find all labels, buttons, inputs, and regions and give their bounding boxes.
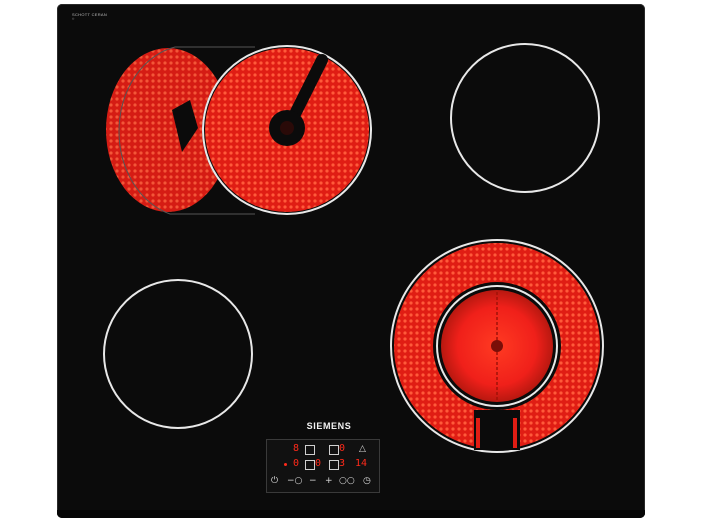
zone-select-key[interactable] <box>305 445 315 455</box>
minus-icon[interactable]: − <box>309 475 317 487</box>
rear-left-dual-zone[interactable] <box>106 45 372 215</box>
active-indicator <box>284 463 287 466</box>
timer-display: 14 <box>355 458 368 469</box>
bell-icon[interactable]: △ <box>359 443 366 455</box>
glass-mark-sub: ® <box>72 17 75 21</box>
glass-ceramic-mark: SCHOTT CERAN ® <box>72 12 112 22</box>
power-icon[interactable]: ⏻ <box>271 475 278 487</box>
brand-logo-text: SIEMENS <box>306 421 352 431</box>
plus-icon[interactable]: + <box>325 475 333 487</box>
front-right-dual-zone[interactable] <box>390 239 604 453</box>
front-right-level-display: 3 <box>339 458 346 469</box>
rear-right-zone[interactable] <box>450 43 600 193</box>
child-lock-icon[interactable]: −○ <box>287 475 302 487</box>
front-left-level-display: 0 <box>293 458 300 469</box>
rear-zone-level-display: 8 <box>293 443 300 454</box>
display-row-mid: 0 0 3 14 <box>267 458 379 472</box>
zone-select-key[interactable] <box>305 460 315 470</box>
control-keys-row: ⏻ −○ − + ○○ ◷ <box>267 475 379 489</box>
zone-select-key[interactable] <box>329 445 339 455</box>
front-zone-level-display: 0 <box>315 458 322 469</box>
glass-mark-text: SCHOTT CERAN <box>72 12 108 17</box>
timer-icon[interactable]: ◷ <box>363 475 371 487</box>
front-left-zone[interactable] <box>103 279 253 429</box>
rear-right-level-display: 0 <box>339 443 346 454</box>
display-row-top: 8 0 △ <box>267 443 379 457</box>
zone-select-key[interactable] <box>329 460 339 470</box>
wipe-protect-icon[interactable]: ○○ <box>339 475 355 487</box>
touch-control-panel: 8 0 △ 0 0 3 14 ⏻ −○ − + ○○ ◷ <box>266 439 380 493</box>
